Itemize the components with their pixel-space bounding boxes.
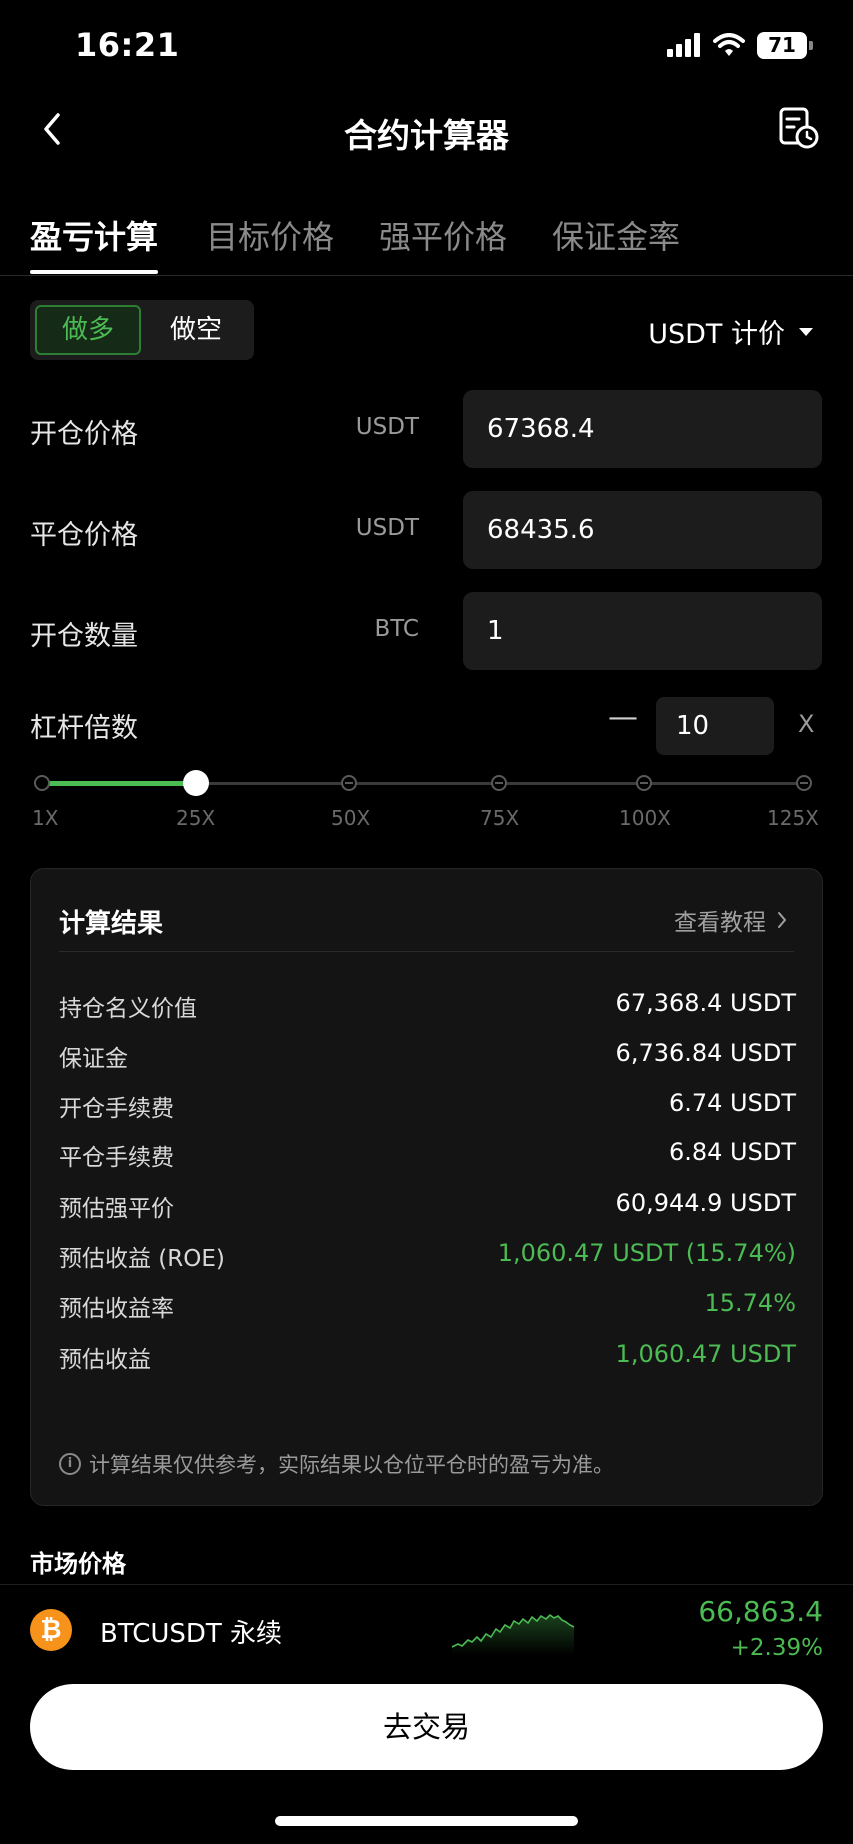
- result-key: 预估强平价: [59, 1196, 174, 1222]
- slider-tick-label: 1X: [32, 806, 59, 830]
- open-price-label: 开仓价格: [30, 419, 138, 450]
- market-change: +2.39%: [730, 1635, 823, 1661]
- result-row: 预估收益率 15.74%: [59, 1289, 796, 1325]
- close-price-input[interactable]: [463, 491, 822, 569]
- quantity-row: 开仓数量 BTC: [0, 592, 853, 672]
- result-key: 开仓手续费: [59, 1096, 174, 1122]
- page-title: 合约计算器: [344, 116, 509, 155]
- record-clock-icon[interactable]: [777, 105, 821, 151]
- result-value: 6,736.84 USDT: [615, 1039, 796, 1067]
- leverage-label: 杠杆倍数: [30, 713, 138, 744]
- home-indicator: [275, 1816, 578, 1826]
- result-key: 预估收益 (ROE): [59, 1246, 225, 1272]
- open-price-input[interactable]: [463, 390, 822, 468]
- status-time: 16:21: [75, 26, 180, 64]
- result-row: 预估收益 1,060.47 USDT: [59, 1340, 796, 1376]
- result-value: 15.74%: [704, 1289, 796, 1317]
- result-key: 平仓手续费: [59, 1145, 174, 1171]
- view-tutorial-label: 查看教程: [674, 910, 766, 936]
- close-price-unit: USDT: [355, 515, 419, 541]
- status-bar: 16:21 71: [0, 0, 853, 90]
- close-price-label: 平仓价格: [30, 520, 138, 551]
- calculator-tabs: 盈亏计算 目标价格 强平价格 保证金率: [0, 200, 853, 276]
- slider-node: [636, 775, 652, 791]
- market-symbol: BTCUSDT 永续: [100, 1619, 283, 1649]
- tab-margin-rate[interactable]: 保证金率: [552, 212, 680, 258]
- market-price: 66,863.4: [698, 1595, 823, 1628]
- result-value: 67,368.4 USDT: [615, 989, 796, 1017]
- result-row: 预估强平价 60,944.9 USDT: [59, 1189, 796, 1225]
- quantity-unit: BTC: [374, 616, 419, 642]
- view-tutorial-link[interactable]: 查看教程: [674, 903, 788, 937]
- close-price-row: 平仓价格 USDT: [0, 491, 853, 571]
- position-side-toggle: 做多 做空: [30, 300, 254, 360]
- open-price-unit: USDT: [355, 414, 419, 440]
- result-value: 60,944.9 USDT: [615, 1189, 796, 1217]
- leverage-input[interactable]: [656, 697, 774, 755]
- result-key: 预估收益: [59, 1347, 151, 1373]
- leverage-decrease-button[interactable]: —: [608, 700, 638, 735]
- slider-node: [34, 775, 50, 791]
- result-row: 平仓手续费 6.84 USDT: [59, 1138, 796, 1174]
- slider-thumb[interactable]: [183, 770, 209, 796]
- go-trade-button[interactable]: 去交易: [30, 1684, 823, 1770]
- result-row: 持仓名义价值 67,368.4 USDT: [59, 989, 796, 1025]
- info-icon: i: [59, 1453, 81, 1475]
- btc-icon: ₿: [30, 1609, 72, 1651]
- result-key: 保证金: [59, 1046, 128, 1072]
- result-key: 持仓名义价值: [59, 996, 197, 1022]
- quote-unit-select[interactable]: USDT 计价: [648, 312, 813, 351]
- result-row: 保证金 6,736.84 USDT: [59, 1039, 796, 1075]
- result-disclaimer: i 计算结果仅供参考，实际结果以仓位平仓时的盈亏为准。: [59, 1449, 614, 1479]
- short-button[interactable]: 做空: [143, 305, 249, 355]
- nav-bar: 合约计算器: [0, 95, 853, 165]
- signal-icon: [667, 33, 700, 57]
- tab-liquidation-price[interactable]: 强平价格: [379, 212, 507, 258]
- result-row: 预估收益 (ROE) 1,060.47 USDT (15.74%): [59, 1239, 796, 1275]
- slider-tick-label: 125X: [767, 806, 819, 830]
- slider-fill: [42, 781, 187, 786]
- slider-node: [341, 775, 357, 791]
- market-section-title: 市场价格: [30, 1550, 126, 1578]
- chevron-right-icon: [778, 912, 787, 928]
- quantity-input[interactable]: [463, 592, 822, 670]
- slider-tick-label: 50X: [331, 806, 371, 830]
- leverage-slider[interactable]: 1X 25X 50X 75X 100X 125X: [0, 770, 853, 830]
- slider-node: [491, 775, 507, 791]
- sparkline-chart: [451, 1613, 575, 1655]
- quote-unit-label: USDT 计价: [648, 319, 785, 350]
- wifi-icon: [713, 33, 745, 56]
- open-price-row: 开仓价格 USDT: [0, 390, 853, 470]
- result-row: 开仓手续费 6.74 USDT: [59, 1089, 796, 1125]
- result-value: 6.84 USDT: [668, 1138, 796, 1166]
- slider-tick-label: 25X: [176, 806, 216, 830]
- slider-tick-label: 75X: [480, 806, 520, 830]
- result-divider: [59, 951, 794, 952]
- tab-target-price[interactable]: 目标价格: [206, 212, 334, 258]
- result-title: 计算结果: [59, 909, 164, 939]
- battery-indicator: 71: [757, 31, 813, 59]
- market-row[interactable]: ₿ BTCUSDT 永续 66,863.4 +2.39%: [0, 1584, 853, 1674]
- tab-active-indicator: [30, 270, 158, 274]
- caret-down-icon: [799, 327, 813, 336]
- tab-pnl[interactable]: 盈亏计算: [30, 212, 158, 258]
- status-icons: 71: [667, 30, 813, 60]
- result-value: 6.74 USDT: [668, 1089, 796, 1117]
- result-value: 1,060.47 USDT (15.74%): [497, 1239, 796, 1267]
- disclaimer-text: 计算结果仅供参考，实际结果以仓位平仓时的盈亏为准。: [89, 1453, 614, 1477]
- long-button[interactable]: 做多: [35, 305, 141, 355]
- quantity-label: 开仓数量: [30, 621, 138, 652]
- result-value: 1,060.47 USDT: [615, 1340, 796, 1368]
- slider-tick-label: 100X: [619, 806, 671, 830]
- slider-node: [796, 775, 812, 791]
- leverage-suffix: X: [798, 710, 815, 738]
- result-key: 预估收益率: [59, 1296, 174, 1322]
- result-card: 计算结果 查看教程 持仓名义价值 67,368.4 USDT 保证金 6,736…: [30, 868, 823, 1506]
